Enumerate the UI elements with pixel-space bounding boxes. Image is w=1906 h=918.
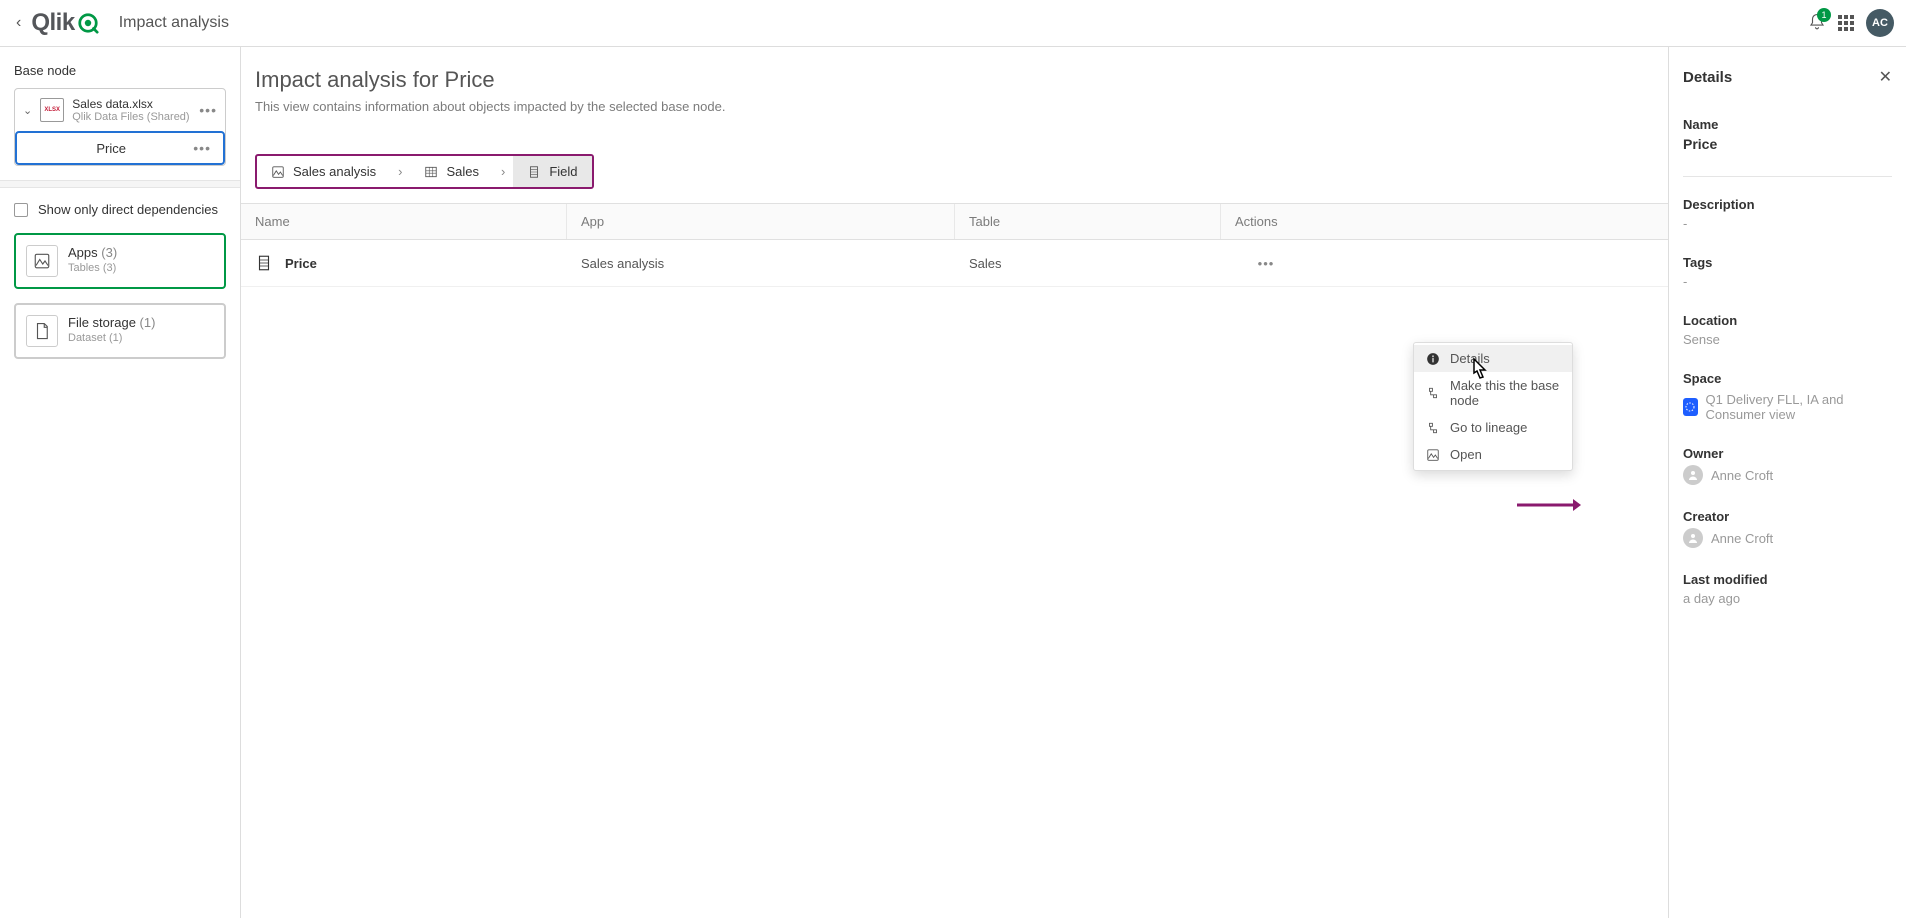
annotation-arrow [1517,497,1581,513]
detail-location: Location Sense [1683,313,1892,347]
body-layout: Base node ⌄ XLSX Sales data.xlsx Qlik Da… [0,47,1906,918]
direct-deps-label: Show only direct dependencies [38,202,218,217]
person-icon [1683,465,1703,485]
col-name[interactable]: Name [241,204,567,239]
logo-text: Qlik [31,9,74,37]
lineage-icon [1426,421,1440,435]
base-node-more-button[interactable]: ••• [199,102,217,118]
breadcrumb-chevron-icon: › [390,164,410,179]
ctx-lineage[interactable]: Go to lineage [1414,414,1572,441]
notifications-button[interactable]: 1 [1808,13,1826,34]
left-sidebar: Base node ⌄ XLSX Sales data.xlsx Qlik Da… [0,47,241,918]
breadcrumb-chevron-icon: › [493,164,513,179]
info-icon [1426,352,1440,366]
col-app[interactable]: App [567,204,955,239]
base-node-card: ⌄ XLSX Sales data.xlsx Qlik Data Files (… [14,88,226,166]
divider [1683,176,1892,177]
details-header: Details ✕ [1683,67,1892,87]
field-row-icon [255,254,273,272]
file-storage-icon [26,315,58,347]
detail-name: Name Price [1683,117,1892,152]
base-node-file-info: Sales data.xlsx Qlik Data Files (Shared) [72,97,189,123]
apps-card-text: Apps (3) Tables (3) [68,245,117,277]
page-title: Impact analysis [119,14,229,32]
header-actions: 1 AC [1808,9,1894,37]
col-table[interactable]: Table [955,204,1221,239]
detail-modified: Last modified a day ago [1683,572,1892,606]
breadcrumb: Sales analysis › Sales › Field [255,154,594,189]
checkbox-icon [14,203,28,217]
base-node-label: Base node [14,63,226,78]
ctx-open[interactable]: Open [1414,441,1572,468]
table-row[interactable]: Price Sales analysis Sales ••• [241,240,1668,287]
detail-space: Space Q1 Delivery FLL, IA and Consumer v… [1683,371,1892,422]
detail-description: Description - [1683,197,1892,231]
user-avatar[interactable]: AC [1866,9,1894,37]
base-node-file-name: Sales data.xlsx [72,97,189,111]
logo[interactable]: Qlik [31,9,98,37]
expand-chevron-icon[interactable]: ⌄ [23,104,32,117]
open-icon [1426,448,1440,462]
space-icon [1683,398,1698,416]
detail-tags: Tags - [1683,255,1892,289]
cell-table: Sales [955,252,1221,275]
breadcrumb-app[interactable]: Sales analysis [257,156,390,187]
selected-field-more-button[interactable]: ••• [193,140,211,156]
person-icon [1683,528,1703,548]
filter-card-apps[interactable]: Apps (3) Tables (3) [14,233,226,289]
base-node-section: Base node ⌄ XLSX Sales data.xlsx Qlik Da… [0,47,240,180]
top-header: ‹ Qlik Impact analysis 1 AC [0,0,1906,47]
row-more-button[interactable]: ••• [1258,256,1275,271]
detail-owner: Owner Anne Croft [1683,446,1892,485]
direct-deps-checkbox[interactable]: Show only direct dependencies [14,202,226,217]
analysis-icon [271,165,285,179]
breadcrumb-table[interactable]: Sales [410,156,493,187]
logo-swirl-icon [77,12,99,34]
storage-card-title: File storage (1) [68,315,155,330]
cell-name: Price [241,250,567,276]
breadcrumb-field[interactable]: Field [513,156,591,187]
apps-card-sub: Tables (3) [68,262,117,274]
sidebar-divider [0,180,240,188]
notification-badge: 1 [1817,8,1831,22]
main-content: Impact analysis for Price This view cont… [241,47,1668,918]
app-launcher-button[interactable] [1838,15,1854,31]
apps-card-title: Apps (3) [68,245,117,260]
impact-table: Name App Table Actions Price Sales analy… [241,203,1668,287]
selected-field-row[interactable]: Price ••• [15,131,225,165]
filter-card-storage[interactable]: File storage (1) Dataset (1) [14,303,226,359]
detail-creator: Creator Anne Croft [1683,509,1892,548]
base-node-file-sub: Qlik Data Files (Shared) [72,111,189,123]
base-node-file-row[interactable]: ⌄ XLSX Sales data.xlsx Qlik Data Files (… [15,89,225,131]
details-panel: Details ✕ Name Price Description - Tags … [1668,47,1906,918]
details-title: Details [1683,69,1732,86]
xlsx-file-icon: XLSX [40,98,64,122]
cell-actions: ••• [1221,252,1311,275]
storage-card-text: File storage (1) Dataset (1) [68,315,155,347]
storage-card-sub: Dataset (1) [68,332,155,344]
col-actions: Actions [1221,204,1311,239]
apps-icon [26,245,58,277]
back-button[interactable]: ‹ [12,14,25,32]
base-node-icon [1426,386,1440,400]
main-title: Impact analysis for Price [255,67,1654,99]
ctx-make-base[interactable]: Make this the base node [1414,372,1572,414]
selected-field-name: Price [29,141,193,156]
table-header: Name App Table Actions [241,203,1668,240]
details-close-button[interactable]: ✕ [1879,67,1892,87]
table-icon [424,165,438,179]
main-subtitle: This view contains information about obj… [255,99,1654,114]
ctx-details[interactable]: Details [1414,345,1572,372]
cell-app: Sales analysis [567,252,955,275]
sidebar-filters: Show only direct dependencies Apps (3) T… [0,188,240,387]
row-context-menu: Details Make this the base node Go to li… [1413,342,1573,471]
field-icon [527,165,541,179]
